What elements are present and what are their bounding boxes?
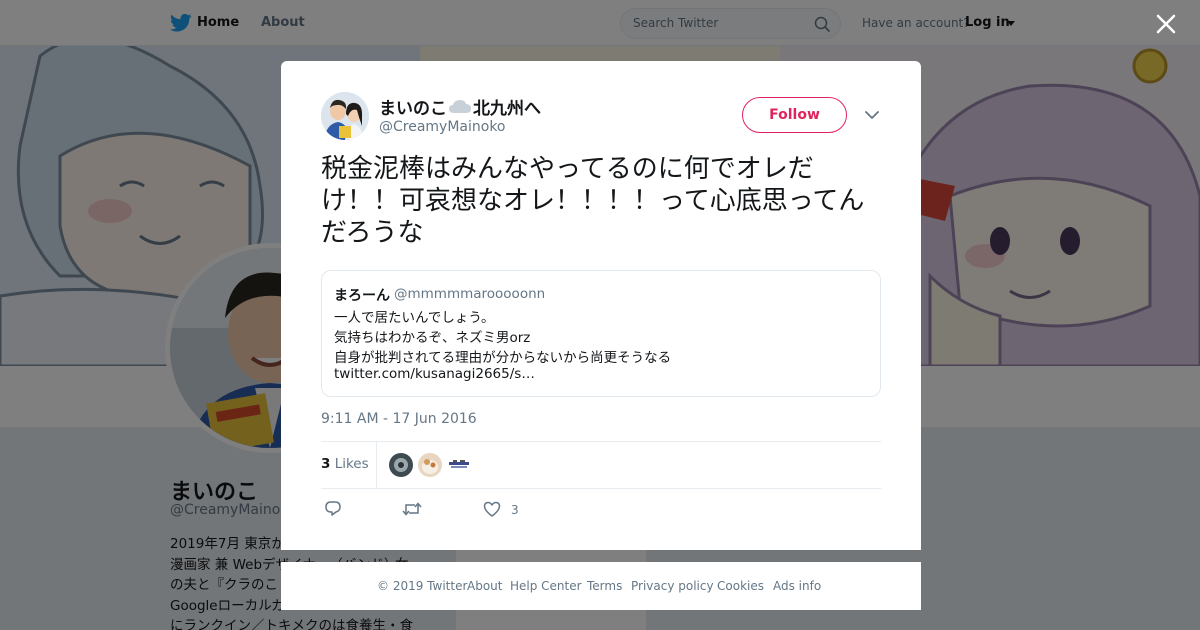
footer-link-terms[interactable]: Terms — [587, 579, 622, 593]
author-name[interactable]: まいのこ 北九州へ — [379, 94, 541, 119]
liker-avatar[interactable] — [389, 453, 413, 477]
reply-icon — [325, 501, 341, 516]
likes-count[interactable]: 3 Likes — [321, 456, 369, 472]
modal-footer: © 2019 Twitter About Help Center Terms P… — [281, 562, 921, 610]
footer-link-help-center[interactable]: Help Center — [510, 579, 582, 593]
divider — [321, 488, 881, 489]
liker-avatar-image — [447, 453, 471, 477]
close-icon[interactable] — [1153, 11, 1179, 37]
chevron-down-icon[interactable] — [865, 110, 879, 120]
likes-separator — [376, 442, 377, 488]
author-avatar-image — [321, 92, 369, 140]
tweet-modal: まいのこ 北九州へ @CreamyMainoko Follow 税金泥棒はみんなや… — [281, 61, 921, 550]
author-avatar[interactable] — [321, 92, 369, 140]
liker-avatar[interactable] — [418, 453, 442, 477]
cloud-icon — [449, 100, 471, 113]
liker-avatar-image — [389, 453, 413, 477]
reply-button[interactable] — [324, 500, 342, 520]
author-handle[interactable]: @CreamyMainoko — [379, 119, 506, 135]
liker-avatar-image — [418, 453, 442, 477]
footer-link-about[interactable]: About — [467, 579, 502, 593]
quoted-author-handle: @mmmmmarooooonn — [394, 286, 546, 302]
quoted-tweet[interactable]: まろーん @mmmmmarooooonn 一人で居たいんでしょう。 気持ちはわか… — [321, 270, 881, 397]
quoted-text-line: 一人で居たいんでしょう。 — [334, 310, 495, 326]
follow-button[interactable]: Follow — [742, 97, 847, 133]
likes-label: Likes — [334, 456, 369, 472]
author-name-part: 北九州へ — [473, 99, 541, 119]
heart-icon — [483, 501, 501, 517]
like-button[interactable] — [483, 500, 501, 520]
quoted-link[interactable]: twitter.com/kusanagi2665/s… — [334, 366, 535, 382]
quoted-text-line: 気持ちはわかるぞ、ネズミ男orz — [334, 330, 531, 346]
divider — [321, 441, 881, 442]
tweet-text: 税金泥棒はみんなやってるのに何でオレだけ！！可哀想なオレ！！！！って心底思ってん… — [321, 154, 865, 248]
footer-link-privacy-policy[interactable]: Privacy policy — [631, 579, 714, 593]
retweet-button[interactable] — [402, 500, 422, 520]
author-name-part: まいのこ — [379, 99, 447, 119]
liker-avatar[interactable] — [447, 453, 471, 477]
tweet-timestamp[interactable]: 9:11 AM - 17 Jun 2016 — [321, 411, 477, 427]
footer-link-ads-info[interactable]: Ads info — [773, 579, 821, 593]
quoted-text-line: 自身が批判されてる理由が分からないから尚更そうなる — [334, 350, 672, 366]
retweet-icon — [402, 502, 422, 516]
footer-link-cookies[interactable]: Cookies — [717, 579, 764, 593]
like-action-count: 3 — [511, 503, 519, 517]
quoted-author-name: まろーん — [334, 288, 390, 304]
likes-number: 3 — [321, 456, 331, 472]
footer-copyright: © 2019 Twitter — [377, 579, 468, 593]
